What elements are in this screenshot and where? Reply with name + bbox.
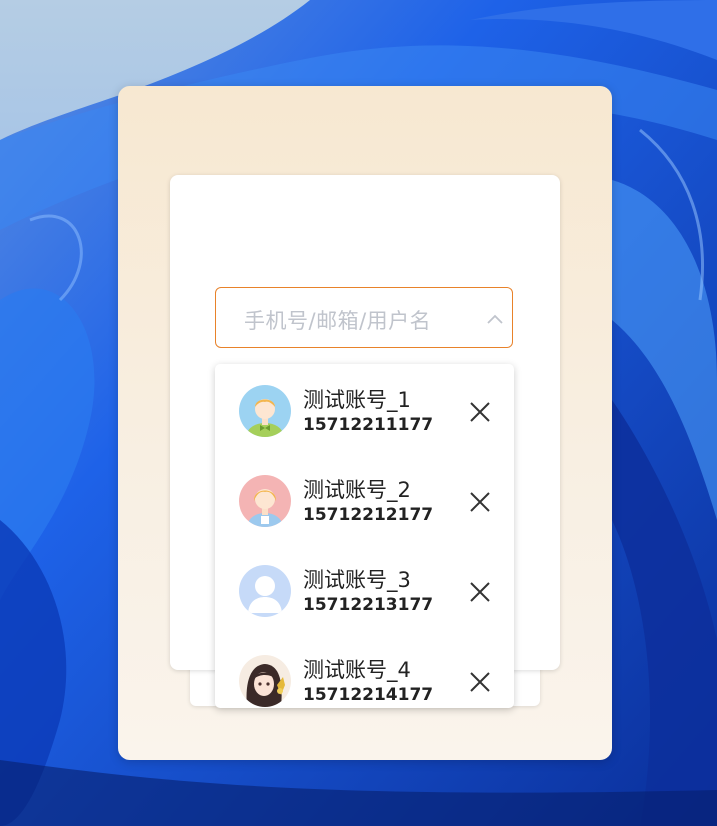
account-item[interactable]: 测试账号_4 15712214177 [215,634,514,708]
account-phone: 15712212177 [303,505,434,525]
avatar [239,475,291,527]
avatar [239,565,291,617]
account-dropdown: 测试账号_1 15712211177 测试账号_2 15712212177 测试… [215,364,514,708]
account-item[interactable]: 测试账号_2 15712212177 [215,454,514,544]
avatar [239,655,291,707]
close-icon[interactable] [465,667,495,697]
chevron-up-icon[interactable] [486,310,504,324]
account-phone: 15712214177 [303,685,434,705]
account-phone: 15712211177 [303,415,434,435]
account-name: 测试账号_2 [303,478,411,502]
account-input-placeholder: 手机号/邮箱/用户名 [244,309,432,333]
account-item[interactable]: 测试账号_3 15712213177 [215,544,514,634]
account-item[interactable]: 测试账号_1 15712211177 [215,364,514,454]
account-name: 测试账号_1 [303,388,411,412]
close-icon[interactable] [465,397,495,427]
avatar [239,385,291,437]
account-phone: 15712213177 [303,595,434,615]
account-name: 测试账号_3 [303,568,411,592]
account-name: 测试账号_4 [303,658,411,682]
close-icon[interactable] [465,487,495,517]
account-select[interactable]: 手机号/邮箱/用户名 [215,287,513,348]
close-icon[interactable] [465,577,495,607]
